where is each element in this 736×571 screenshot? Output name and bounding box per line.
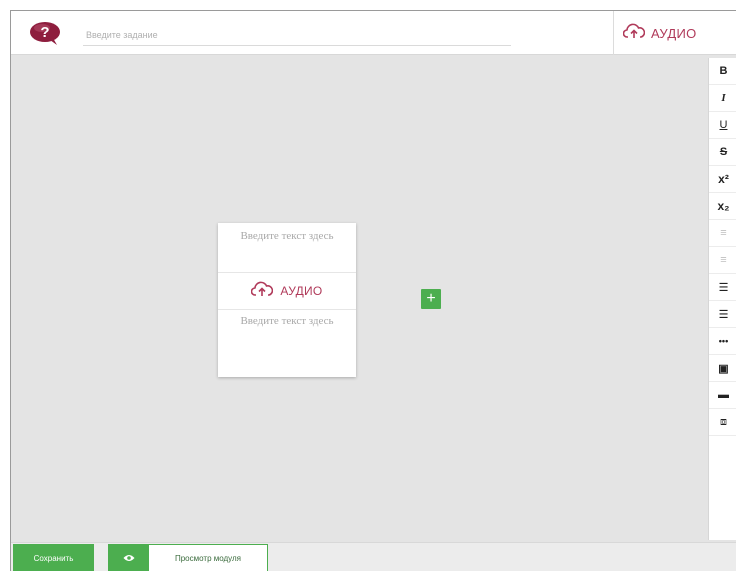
- italic-icon: I: [721, 92, 726, 104]
- align-center-button[interactable]: ≡: [709, 247, 736, 274]
- bold-icon: B: [719, 65, 728, 77]
- subscript-icon: x₂: [717, 199, 730, 213]
- italic-button[interactable]: I: [709, 85, 736, 112]
- card-text-field-top[interactable]: Введите текст здесь: [218, 230, 356, 242]
- subscript-button[interactable]: x₂: [709, 193, 736, 220]
- bulleted-list-button[interactable]: ☰: [709, 274, 736, 301]
- image-button[interactable]: ▬: [709, 382, 736, 409]
- more-button[interactable]: •••: [709, 328, 736, 355]
- align-center-icon: ≡: [720, 254, 727, 266]
- audio-upload-button[interactable]: АУДИО: [622, 19, 697, 47]
- audio-upload-label: АУДИО: [651, 25, 697, 41]
- header-bar: ? АУДИО: [11, 11, 736, 55]
- numbered-list-icon: ☰: [718, 308, 729, 321]
- svg-text:?: ?: [40, 24, 49, 41]
- card-audio-label: АУДИО: [280, 284, 323, 298]
- eye-icon: [109, 545, 149, 571]
- underline-button[interactable]: U: [709, 112, 736, 139]
- preview-module-label: Просмотр модуля: [149, 545, 267, 571]
- header-divider: [613, 11, 614, 55]
- image-icon: ▬: [718, 389, 729, 401]
- strikethrough-icon: S: [719, 146, 728, 158]
- underline-icon: U: [719, 119, 728, 131]
- align-icon: ≡: [720, 227, 727, 239]
- card-audio-button[interactable]: АУДИО: [218, 273, 356, 309]
- card-divider: [218, 309, 356, 310]
- more-icon: •••: [718, 336, 729, 346]
- editor-window: ? АУДИО B I U S x² x₂ ≡ ≡ ☰ ☰ ••• ▣ ▬ ⧈: [10, 10, 736, 571]
- preview-module-button[interactable]: Просмотр модуля: [108, 544, 268, 571]
- help-icon[interactable]: ?: [28, 20, 64, 46]
- task-input[interactable]: [83, 24, 511, 46]
- add-card-button[interactable]: +: [421, 289, 441, 309]
- cloud-upload-icon: [622, 23, 646, 44]
- card-text-field-bottom[interactable]: Введите текст здесь: [218, 315, 356, 327]
- cloud-upload-icon: [251, 281, 274, 302]
- bold-button[interactable]: B: [709, 58, 736, 85]
- numbered-list-button[interactable]: ☰: [709, 301, 736, 328]
- comment-icon: ▣: [718, 362, 729, 375]
- footer-bar: Сохранить Просмотр модуля: [11, 542, 736, 571]
- superscript-icon: x²: [718, 172, 729, 186]
- content-card: Введите текст здесь АУДИО Введите текст …: [218, 223, 356, 377]
- comment-button[interactable]: ▣: [709, 355, 736, 382]
- superscript-button[interactable]: x²: [709, 166, 736, 193]
- formatting-toolbar: B I U S x² x₂ ≡ ≡ ☰ ☰ ••• ▣ ▬ ⧈: [708, 58, 736, 540]
- crop-icon: ⧈: [720, 415, 727, 428]
- crop-button[interactable]: ⧈: [709, 409, 736, 436]
- strikethrough-button[interactable]: S: [709, 139, 736, 166]
- plus-icon: +: [426, 290, 436, 307]
- bulleted-list-icon: ☰: [718, 281, 729, 294]
- save-button[interactable]: Сохранить: [13, 544, 94, 571]
- align-button[interactable]: ≡: [709, 220, 736, 247]
